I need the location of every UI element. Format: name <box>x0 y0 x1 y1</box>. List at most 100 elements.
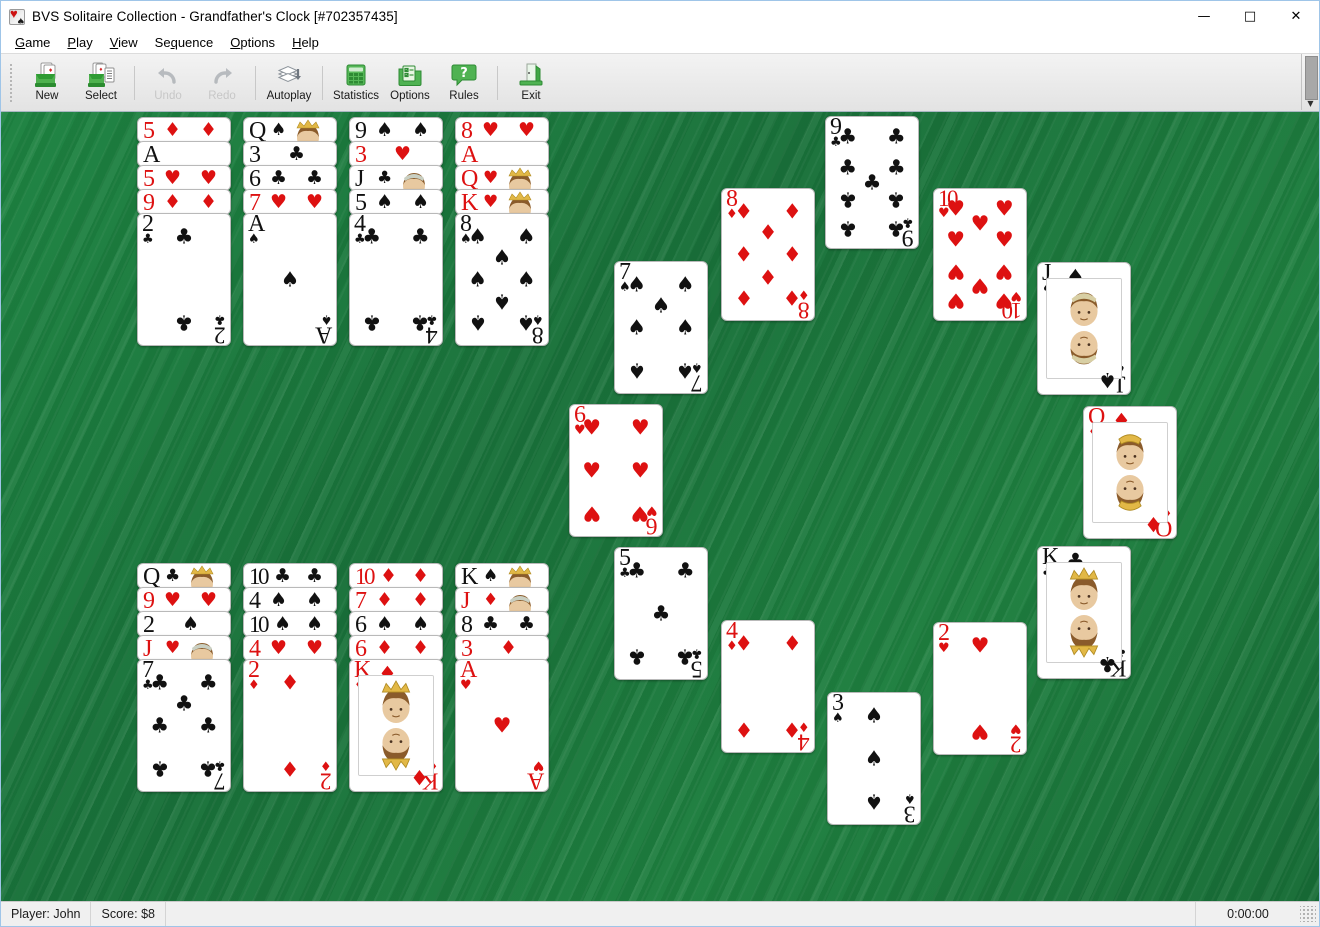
chevron-down-icon[interactable]: ▼ <box>1307 99 1313 108</box>
menu-item-options[interactable]: Options <box>222 33 284 53</box>
card-suit-clubs-icon: ♣ <box>838 216 858 241</box>
court-face-peek <box>500 191 540 214</box>
tableau-bottom-col2-card-4H[interactable]: 4 ♥ ♥ <box>243 635 337 661</box>
card-rank: 6 <box>355 612 367 637</box>
minimize-button[interactable]: — <box>1181 1 1227 32</box>
clock-card-hour-6-3S[interactable]: 3 ♠ 3 ♠ ♠ ♠ ♠ <box>827 692 921 825</box>
card-suit-clubs-icon: ♣ <box>174 224 194 249</box>
redo-icon <box>207 61 237 89</box>
tableau-top-col2-card-7H[interactable]: 7 ♥ ♥ <box>243 189 337 215</box>
tableau-top-col3-card-5S[interactable]: 5 ♠ ♠ <box>349 189 443 215</box>
tableau-bottom-col1-card-JH[interactable]: J ♥ <box>137 635 231 661</box>
card-suit-spades-icon: ♠ <box>468 310 488 335</box>
tableau-top-col1-card-2C[interactable]: 2 ♣ 2 ♣ ♣ ♣ <box>137 213 231 346</box>
toolbar-grip[interactable] <box>9 62 13 103</box>
card-rank: J <box>355 166 364 191</box>
menu-item-view[interactable]: View <box>102 33 147 53</box>
maximize-button[interactable]: □ <box>1227 1 1273 32</box>
tableau-top-col4-card-KH[interactable]: K ♥ <box>455 189 549 215</box>
tableau-bottom-col1-card-QC[interactable]: Q ♣ <box>137 563 231 589</box>
tableau-bottom-col1-card-9H[interactable]: 9 ♥ ♥ <box>137 587 231 613</box>
autoplay-button[interactable]: Autoplay <box>262 58 316 108</box>
resize-grip[interactable] <box>1300 906 1316 922</box>
tableau-bottom-col4-card-3D[interactable]: 3 ♦ <box>455 635 549 661</box>
tableau-top-col1-card-5H[interactable]: 5 ♥ ♥ <box>137 165 231 191</box>
card-suit-diamonds-icon: ♦ <box>758 220 778 245</box>
clock-card-hour-5-2H[interactable]: 2 ♥ 2 ♥ ♥ ♥ <box>933 622 1027 755</box>
tableau-top-col4-card-8H[interactable]: 8 ♥ ♥ <box>455 117 549 143</box>
rules-button[interactable]: ? Rules <box>437 58 491 108</box>
clock-card-hour-10-7S[interactable]: 7 ♠ 7 ♠ ♠ ♠ ♠ ♠ ♠ ♠ ♠ <box>614 261 708 394</box>
clock-card-hour-4-KC[interactable]: K ♣ K ♣ ♣ <box>1037 546 1131 679</box>
close-button[interactable]: ✕ <box>1273 1 1319 32</box>
card-suit-diamonds-icon: ♦ <box>734 242 754 266</box>
clock-card-hour-9-6H[interactable]: 6 ♥ 6 ♥ ♥ ♥ ♥ ♥ ♥ ♥ <box>569 404 663 537</box>
exit-button[interactable]: Exit <box>504 58 558 108</box>
tableau-bottom-col2-card-10S[interactable]: 10 ♠ ♠ <box>243 611 337 637</box>
tableau-top-col3-card-3H[interactable]: 3 ♥ <box>349 141 443 167</box>
menu-item-play[interactable]: Play <box>59 33 101 53</box>
options-button[interactable]: Options <box>383 58 437 108</box>
tableau-top-col3-card-9S[interactable]: 9 ♠ ♠ <box>349 117 443 143</box>
tableau-top-col4-card-QH[interactable]: Q ♥ <box>455 165 549 191</box>
tableau-bottom-col4-card-8C[interactable]: 8 ♣ ♣ <box>455 611 549 637</box>
game-table[interactable]: 9 ♣ 9 ♣ ♣ ♣ ♣ ♣ ♣ ♣ ♣ ♣ ♣ 10 ♥ 10 ♥ ♥ ♥ ♥ ♥ ♥ ♥ ♥ ♥ ♥ ♥ J… <box>1 112 1319 901</box>
tableau-bottom-col1-card-2S[interactable]: 2 ♠ <box>137 611 231 637</box>
tableau-top-col4-card-AD[interactable]: A <box>455 141 549 167</box>
menu-item-help[interactable]: Help <box>284 33 328 53</box>
card-suit-diamonds-icon: ♦ <box>734 285 754 310</box>
tableau-top-col2-card-6C[interactable]: 6 ♣ ♣ <box>243 165 337 191</box>
tableau-bottom-col4-card-AH[interactable]: A ♥ A ♥ ♥ <box>455 659 549 792</box>
clock-card-hour-7-4D[interactable]: 4 ♦ 4 ♦ ♦ ♦ ♦ ♦ <box>721 620 815 753</box>
card-suit-hearts-icon: ♥ <box>994 196 1014 221</box>
card-rank: 10 <box>355 564 376 589</box>
card-suit-clubs-icon: ♣ <box>198 756 218 781</box>
new-button[interactable]: New <box>20 58 74 108</box>
tableau-bottom-col4-card-KS[interactable]: K ♠ <box>455 563 549 589</box>
tableau-bottom-col3-card-6S[interactable]: 6 ♠ ♠ <box>349 611 443 637</box>
clock-card-hour-8-5C[interactable]: 5 ♣ 5 ♣ ♣ ♣ ♣ ♣ ♣ <box>614 547 708 680</box>
tableau-bottom-col3-card-7D[interactable]: 7 ♦ ♦ <box>349 587 443 613</box>
tableau-top-col4-card-8S[interactable]: 8 ♠ 8 ♠ ♠ ♠ ♠ ♠ ♠ ♠ ♠ ♠ <box>455 213 549 346</box>
card-suit-hearts-icon: ♥ <box>582 458 602 482</box>
tableau-bottom-col4-card-JD[interactable]: J ♦ <box>455 587 549 613</box>
tableau-top-col1-card-5D[interactable]: 5 ♦ ♦ <box>137 117 231 143</box>
card-suit-clubs-icon: ♣ <box>838 155 858 180</box>
clock-card-hour-1-10H[interactable]: 10 ♥ 10 ♥ ♥ ♥ ♥ ♥ ♥ ♥ ♥ ♥ ♥ ♥ <box>933 188 1027 321</box>
menu-item-sequence[interactable]: Sequence <box>147 33 223 53</box>
card-suit-diamonds-icon: ♦ <box>200 119 218 141</box>
tableau-top-col1-card-AS[interactable]: A <box>137 141 231 167</box>
tableau-top-col2-card-QS[interactable]: Q ♠ <box>243 117 337 143</box>
tableau-top-col2-card-3C[interactable]: 3 ♣ <box>243 141 337 167</box>
tableau-bottom-col2-card-10C[interactable]: 10 ♣ ♣ <box>243 563 337 589</box>
toolbar-overflow-scrollbar[interactable]: ▼ <box>1301 54 1319 110</box>
tableau-bottom-col3-card-KD[interactable]: K ♦ K ♦ ♦ <box>349 659 443 792</box>
tableau-bottom-col3-card-6D[interactable]: 6 ♦ ♦ <box>349 635 443 661</box>
tableau-top-col1-card-9D[interactable]: 9 ♦ ♦ <box>137 189 231 215</box>
menu-item-game[interactable]: Game <box>7 33 59 53</box>
card-rank: K <box>461 564 478 589</box>
toolbar-scroll-thumb[interactable] <box>1305 56 1318 100</box>
tableau-top-col3-card-JC[interactable]: J ♣ <box>349 165 443 191</box>
toolbar-separator <box>134 65 135 100</box>
card-suit-clubs-icon: ♣ <box>306 565 324 587</box>
card-suit-spades-icon: ♠ <box>376 191 394 213</box>
tableau-top-col2-card-AS[interactable]: A ♠ A ♠ ♠ <box>243 213 337 346</box>
card-suit-diamonds-icon: ♦ <box>376 637 394 659</box>
select-button[interactable]: Select <box>74 58 128 108</box>
card-suit-spades-icon: ♠ <box>864 703 884 728</box>
tableau-bottom-col3-card-10D[interactable]: 10 ♦ ♦ <box>349 563 443 589</box>
clock-card-hour-11-8D[interactable]: 8 ♦ 8 ♦ ♦ ♦ ♦ ♦ ♦ ♦ ♦ ♦ <box>721 188 815 321</box>
tableau-bottom-col2-card-2D[interactable]: 2 ♦ 2 ♦ ♦ ♦ <box>243 659 337 792</box>
clock-card-hour-2-JS[interactable]: J ♠ J ♠ ♠ <box>1037 262 1131 395</box>
card-rank: 7 <box>355 588 367 613</box>
clock-card-hour-12-9C[interactable]: 9 ♣ 9 ♣ ♣ ♣ ♣ ♣ ♣ ♣ ♣ ♣ ♣ <box>825 116 919 249</box>
tableau-bottom-col1-card-7C[interactable]: 7 ♣ 7 ♣ ♣ ♣ ♣ ♣ ♣ ♣ ♣ <box>137 659 231 792</box>
statistics-button[interactable]: Statistics <box>329 58 383 108</box>
clock-card-hour-3-QD[interactable]: Q ♦ Q ♦ ♦ <box>1083 406 1177 539</box>
tableau-top-col3-card-4C[interactable]: 4 ♣ 4 ♣ ♣ ♣ ♣ ♣ <box>349 213 443 346</box>
card-suit-clubs-icon: ♣ <box>377 168 393 188</box>
tableau-bottom-col2-card-4S[interactable]: 4 ♠ ♠ <box>243 587 337 613</box>
card-suit-hearts-icon: ♥ <box>946 259 966 284</box>
card-rank: Q <box>143 564 160 589</box>
